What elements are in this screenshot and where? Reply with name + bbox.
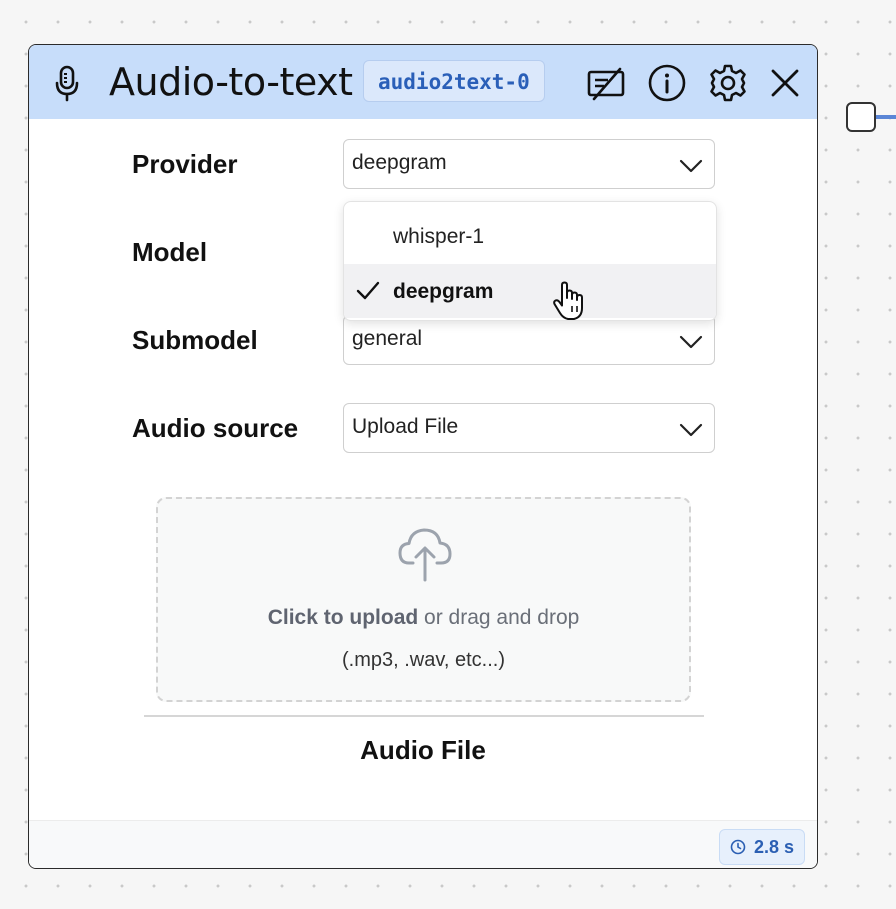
divider [144, 715, 704, 717]
chevron-down-icon [678, 153, 704, 177]
submodel-select-value: general [352, 327, 423, 350]
close-icon[interactable] [765, 63, 805, 103]
upload-file-types: (.mp3, .wav, etc...) [342, 649, 505, 671]
run-time-badge: 2.8 s [718, 829, 805, 865]
dropdown-option-label: deepgram [393, 280, 494, 303]
dropdown-option-whisper-1[interactable]: whisper-1 [344, 209, 716, 263]
clock-icon [730, 839, 746, 855]
upload-dropzone[interactable]: Click to upload or drag and drop (.mp3, … [156, 497, 691, 702]
dropdown-option-label: whisper-1 [393, 225, 485, 248]
connection-edge [876, 115, 896, 119]
provider-label: Provider [132, 149, 238, 179]
node-id-badge[interactable]: audio2text-0 [363, 60, 545, 102]
drag-drop-text: or drag and drop [418, 606, 580, 629]
info-icon[interactable] [647, 63, 687, 103]
dropdown-option-deepgram[interactable]: deepgram [344, 264, 716, 318]
cloud-upload-icon [398, 525, 452, 583]
audio-source-label: Audio source [132, 413, 299, 443]
model-dropdown-menu[interactable]: whisper-1 deepgram [343, 201, 717, 321]
audio-to-text-node[interactable]: Audio-to-text audio2text-0 Provider deep… [28, 44, 818, 869]
edit-off-icon[interactable] [586, 63, 626, 103]
audio-source-select[interactable]: Upload File [343, 403, 715, 453]
click-to-upload-link[interactable]: Click to upload [268, 606, 419, 629]
node-title: Audio-to-text [109, 60, 353, 104]
upload-instructions: Click to upload or drag and drop [158, 606, 689, 630]
check-icon [355, 279, 381, 303]
output-handle[interactable] [846, 102, 876, 132]
provider-select-value: deepgram [352, 151, 447, 174]
submodel-label: Submodel [132, 325, 258, 355]
audio-source-select-value: Upload File [352, 415, 459, 438]
submodel-select[interactable]: general [343, 315, 715, 365]
model-label: Model [132, 237, 208, 267]
run-time-value: 2.8 s [753, 836, 794, 857]
gear-icon[interactable] [708, 63, 748, 103]
hand-cursor-icon [551, 281, 587, 321]
output-label: Audio File [360, 735, 486, 765]
chevron-down-icon [678, 329, 704, 353]
microphone-icon [51, 63, 83, 103]
provider-select[interactable]: deepgram [343, 139, 715, 189]
node-footer: 2.8 s [29, 820, 817, 868]
chevron-down-icon [678, 417, 704, 441]
node-header[interactable]: Audio-to-text audio2text-0 [29, 45, 817, 119]
